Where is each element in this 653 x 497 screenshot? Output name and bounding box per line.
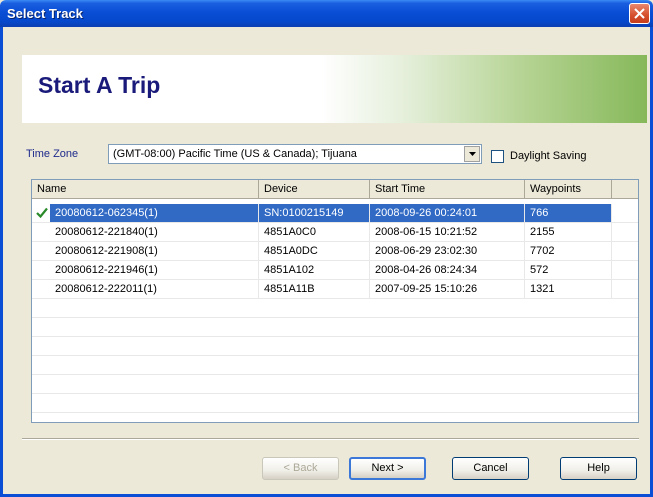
cell-start-time: 2007-09-25 15:10:26: [370, 280, 525, 298]
time-zone-value: (GMT-08:00) Pacific Time (US & Canada); …: [113, 148, 357, 160]
cell-waypoints: 2155: [525, 223, 612, 241]
cell-start-time: 2008-06-15 10:21:52: [370, 223, 525, 241]
chevron-down-icon: [469, 152, 476, 156]
column-header-start-time[interactable]: Start Time: [370, 180, 525, 198]
cell-device: SN:0100215149: [259, 204, 370, 222]
empty-row: [32, 337, 638, 356]
track-list[interactable]: Name Device Start Time Waypoints 2008061…: [31, 179, 639, 423]
cancel-button[interactable]: Cancel: [452, 457, 529, 480]
cell-device: 4851A0C0: [259, 223, 370, 241]
time-zone-label: Time Zone: [26, 148, 79, 160]
daylight-saving-checkbox[interactable]: [491, 150, 504, 163]
window-frame-left: [0, 27, 3, 497]
cell-device: 4851A102: [259, 261, 370, 279]
table-row[interactable]: 20080612-221840(1) 4851A0C0 2008-06-15 1…: [32, 223, 638, 242]
empty-row: [32, 375, 638, 394]
cell-device: 4851A11B: [259, 280, 370, 298]
daylight-saving-label[interactable]: Daylight Saving: [510, 150, 586, 162]
next-button[interactable]: Next >: [349, 457, 426, 480]
cell-name: 20080612-062345(1): [50, 204, 259, 222]
column-header-device[interactable]: Device: [259, 180, 370, 198]
cell-waypoints: 1321: [525, 280, 612, 298]
table-row[interactable]: 20080612-221908(1) 4851A0DC 2008-06-29 2…: [32, 242, 638, 261]
select-track-dialog: Select Track Start A Trip Time Zone (GMT…: [0, 0, 653, 497]
cell-name: 20080612-221946(1): [50, 261, 259, 279]
button-separator: [22, 438, 639, 440]
cell-name: 20080612-221840(1): [50, 223, 259, 241]
cell-device: 4851A0DC: [259, 242, 370, 260]
track-list-header: Name Device Start Time Waypoints: [32, 180, 638, 199]
cell-waypoints: 7702: [525, 242, 612, 260]
help-button[interactable]: Help: [560, 457, 637, 480]
back-button[interactable]: < Back: [262, 457, 339, 480]
table-row[interactable]: 20080612-222011(1) 4851A11B 2007-09-25 1…: [32, 280, 638, 299]
time-zone-dropdown[interactable]: (GMT-08:00) Pacific Time (US & Canada); …: [108, 144, 482, 164]
cell-waypoints: 572: [525, 261, 612, 279]
page-title: Start A Trip: [38, 72, 161, 98]
close-button[interactable]: [629, 3, 650, 24]
cell-waypoints: 766: [525, 204, 612, 222]
cell-start-time: 2008-09-26 00:24:01: [370, 204, 525, 222]
dropdown-arrow-button[interactable]: [464, 146, 480, 162]
header-banner: Start A Trip: [22, 55, 647, 123]
cell-name: 20080612-222011(1): [50, 280, 259, 298]
empty-row: [32, 356, 638, 375]
empty-row: [32, 318, 638, 337]
cell-start-time: 2008-06-29 23:02:30: [370, 242, 525, 260]
column-header-waypoints[interactable]: Waypoints: [525, 180, 612, 198]
cell-name: 20080612-221908(1): [50, 242, 259, 260]
table-row[interactable]: 20080612-062345(1) SN:0100215149 2008-09…: [32, 204, 638, 223]
title-bar[interactable]: Select Track: [0, 0, 653, 27]
checkmark-icon: [36, 207, 48, 218]
column-header-spacer: [612, 180, 638, 198]
cell-start-time: 2008-04-26 08:24:34: [370, 261, 525, 279]
close-icon: [634, 8, 645, 19]
empty-row: [32, 394, 638, 413]
empty-row: [32, 299, 638, 318]
table-row[interactable]: 20080612-221946(1) 4851A102 2008-04-26 0…: [32, 261, 638, 280]
column-header-name[interactable]: Name: [32, 180, 259, 198]
window-title: Select Track: [7, 6, 83, 21]
